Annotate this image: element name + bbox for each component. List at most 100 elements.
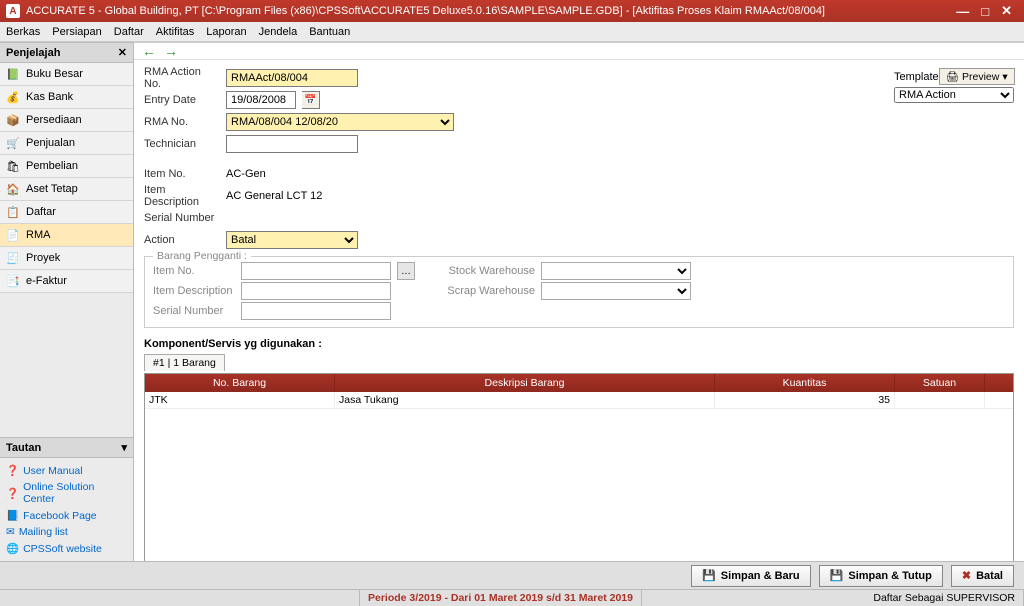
cell-qty[interactable]: 35 bbox=[715, 392, 895, 408]
collapse-icon[interactable]: ▾ bbox=[121, 441, 127, 454]
technician-label: Technician bbox=[144, 138, 220, 150]
scrap-wh-label: Scrap Warehouse bbox=[435, 285, 535, 297]
item-desc-label: Item Description bbox=[144, 184, 220, 208]
cancel-button[interactable]: ✖ Batal bbox=[951, 565, 1014, 587]
cell-no[interactable]: JTK bbox=[145, 392, 335, 408]
cell-desc[interactable]: Jasa Tukang bbox=[335, 392, 715, 408]
facebook-icon: 📘 bbox=[6, 509, 19, 522]
item-no-label: Item No. bbox=[144, 168, 220, 180]
col-kuantitas[interactable]: Kuantitas bbox=[715, 374, 895, 392]
stock-wh-label: Stock Warehouse bbox=[435, 265, 535, 277]
action-select[interactable]: Batal bbox=[226, 231, 358, 249]
menu-bantuan[interactable]: Bantuan bbox=[309, 26, 350, 38]
template-box: Template 🖨 Preview ▾ RMA Action bbox=[894, 68, 1014, 103]
scrap-wh-select[interactable] bbox=[541, 282, 691, 300]
menubar: Berkas Persiapan Daftar Aktifitas Lapora… bbox=[0, 22, 1024, 42]
save-new-button[interactable]: 💾 Simpan & Baru bbox=[691, 565, 811, 587]
calendar-icon: 📅 bbox=[304, 95, 316, 106]
save-icon: 💾 bbox=[830, 569, 844, 582]
stock-wh-select[interactable] bbox=[541, 262, 691, 280]
sidebar-item-label: Daftar bbox=[26, 206, 56, 218]
sidebar-item-label: Penjualan bbox=[26, 137, 75, 149]
purchase-icon: 🛍 bbox=[6, 159, 20, 173]
cell-sat[interactable] bbox=[895, 392, 985, 408]
rma-action-no-label: RMA Action No. bbox=[144, 66, 220, 90]
rma-no-select[interactable]: RMA/08/004 12/08/20 bbox=[226, 113, 454, 131]
asset-icon: 🏠 bbox=[6, 182, 20, 196]
menu-berkas[interactable]: Berkas bbox=[6, 26, 40, 38]
menu-laporan[interactable]: Laporan bbox=[206, 26, 246, 38]
list-icon: 📋 bbox=[6, 205, 20, 219]
sidebar-close-icon[interactable]: ✕ bbox=[118, 46, 127, 59]
sidebar-item-penjualan[interactable]: 🛒 Penjualan bbox=[0, 132, 133, 155]
sidebar-item-proyek[interactable]: 🧾 Proyek bbox=[0, 247, 133, 270]
cash-icon: 💰 bbox=[6, 90, 20, 104]
link-mailinglist[interactable]: ✉Mailing list bbox=[6, 524, 127, 540]
ellipsis-icon: … bbox=[401, 266, 411, 277]
book-icon: 📗 bbox=[6, 67, 20, 81]
link-usermanual[interactable]: ❓User Manual bbox=[6, 462, 127, 479]
grid-body[interactable]: JTK Jasa Tukang 35 bbox=[145, 392, 1013, 561]
date-picker-button[interactable]: 📅 bbox=[302, 91, 320, 109]
sidebar-item-label: Proyek bbox=[26, 252, 60, 264]
sidebar-item-bukubesar[interactable]: 📗 Buku Besar bbox=[0, 63, 133, 86]
maximize-button[interactable]: □ bbox=[975, 4, 995, 19]
link-cpssoft[interactable]: 🌐CPSSoft website bbox=[6, 540, 127, 557]
item-desc-value: AC General LCT 12 bbox=[226, 190, 322, 202]
chevron-down-icon: ▾ bbox=[1002, 71, 1007, 83]
sidebar-item-kasbank[interactable]: 💰 Kas Bank bbox=[0, 86, 133, 109]
template-label: Template bbox=[894, 71, 939, 83]
sidebar-title: Penjelajah bbox=[6, 47, 60, 59]
sidebar-item-daftar[interactable]: 📋 Daftar bbox=[0, 201, 133, 224]
rma-action-no-input[interactable] bbox=[226, 69, 358, 87]
replace-itemdesc-label: Item Description bbox=[153, 285, 235, 297]
minimize-button[interactable]: — bbox=[950, 4, 975, 19]
sidebar-item-rma[interactable]: 📄 RMA bbox=[0, 224, 133, 247]
link-facebook[interactable]: 📘Facebook Page bbox=[6, 507, 127, 524]
close-button[interactable]: ✕ bbox=[995, 3, 1018, 19]
action-label: Action bbox=[144, 234, 220, 246]
nav-back-button[interactable]: ← bbox=[142, 43, 156, 59]
col-deskripsi[interactable]: Deskripsi Barang bbox=[335, 374, 715, 392]
status-user: Daftar Sebagai SUPERVISOR bbox=[865, 590, 1024, 606]
link-solutioncenter[interactable]: ❓Online Solution Center bbox=[6, 479, 127, 507]
sidebar-item-persediaan[interactable]: 📦 Persediaan bbox=[0, 109, 133, 132]
sidebar-item-label: RMA bbox=[26, 229, 50, 241]
sidebar-item-asettetap[interactable]: 🏠 Aset Tetap bbox=[0, 178, 133, 201]
titlebar: A ACCURATE 5 - Global Building, PT [C:\P… bbox=[0, 0, 1024, 22]
grid-subtab[interactable]: #1 | 1 Barang bbox=[144, 354, 225, 371]
table-row[interactable]: JTK Jasa Tukang 35 bbox=[145, 392, 1013, 409]
entry-date-input[interactable] bbox=[226, 91, 296, 109]
app-icon: A bbox=[6, 4, 20, 18]
sidebar-item-label: e-Faktur bbox=[26, 275, 67, 287]
cancel-icon: ✖ bbox=[962, 569, 971, 582]
sidebar-item-pembelian[interactable]: 🛍 Pembelian bbox=[0, 155, 133, 178]
lookup-button[interactable]: … bbox=[397, 262, 415, 280]
tautan-header: Tautan ▾ bbox=[0, 437, 133, 458]
invoice-icon: 📑 bbox=[6, 274, 20, 288]
menu-aktifitas[interactable]: Aktifitas bbox=[156, 26, 195, 38]
replace-serial-input[interactable] bbox=[241, 302, 391, 320]
template-select[interactable]: RMA Action bbox=[894, 87, 1014, 103]
rma-icon: 📄 bbox=[6, 228, 20, 242]
technician-input[interactable] bbox=[226, 135, 358, 153]
serial-label: Serial Number bbox=[144, 212, 220, 224]
sidebar-item-label: Aset Tetap bbox=[26, 183, 78, 195]
tautan-title: Tautan bbox=[6, 442, 41, 454]
save-close-button[interactable]: 💾 Simpan & Tutup bbox=[819, 565, 943, 587]
col-satuan[interactable]: Satuan bbox=[895, 374, 985, 392]
replace-itemno-input[interactable] bbox=[241, 262, 391, 280]
printer-icon: 🖨 bbox=[946, 70, 959, 83]
menu-persiapan[interactable]: Persiapan bbox=[52, 26, 102, 38]
statusbar: Periode 3/2019 - Dari 01 Maret 2019 s/d … bbox=[0, 589, 1024, 606]
status-period: Periode 3/2019 - Dari 01 Maret 2019 s/d … bbox=[360, 590, 642, 606]
preview-button[interactable]: 🖨 Preview ▾ bbox=[939, 68, 1015, 85]
replace-itemdesc-input[interactable] bbox=[241, 282, 391, 300]
replace-legend: Barang Pengganti : bbox=[153, 250, 251, 262]
replace-itemno-label: Item No. bbox=[153, 265, 235, 277]
col-no-barang[interactable]: No. Barang bbox=[145, 374, 335, 392]
nav-forward-button[interactable]: → bbox=[164, 43, 178, 59]
sidebar-item-efaktur[interactable]: 📑 e-Faktur bbox=[0, 270, 133, 293]
menu-jendela[interactable]: Jendela bbox=[259, 26, 298, 38]
menu-daftar[interactable]: Daftar bbox=[114, 26, 144, 38]
